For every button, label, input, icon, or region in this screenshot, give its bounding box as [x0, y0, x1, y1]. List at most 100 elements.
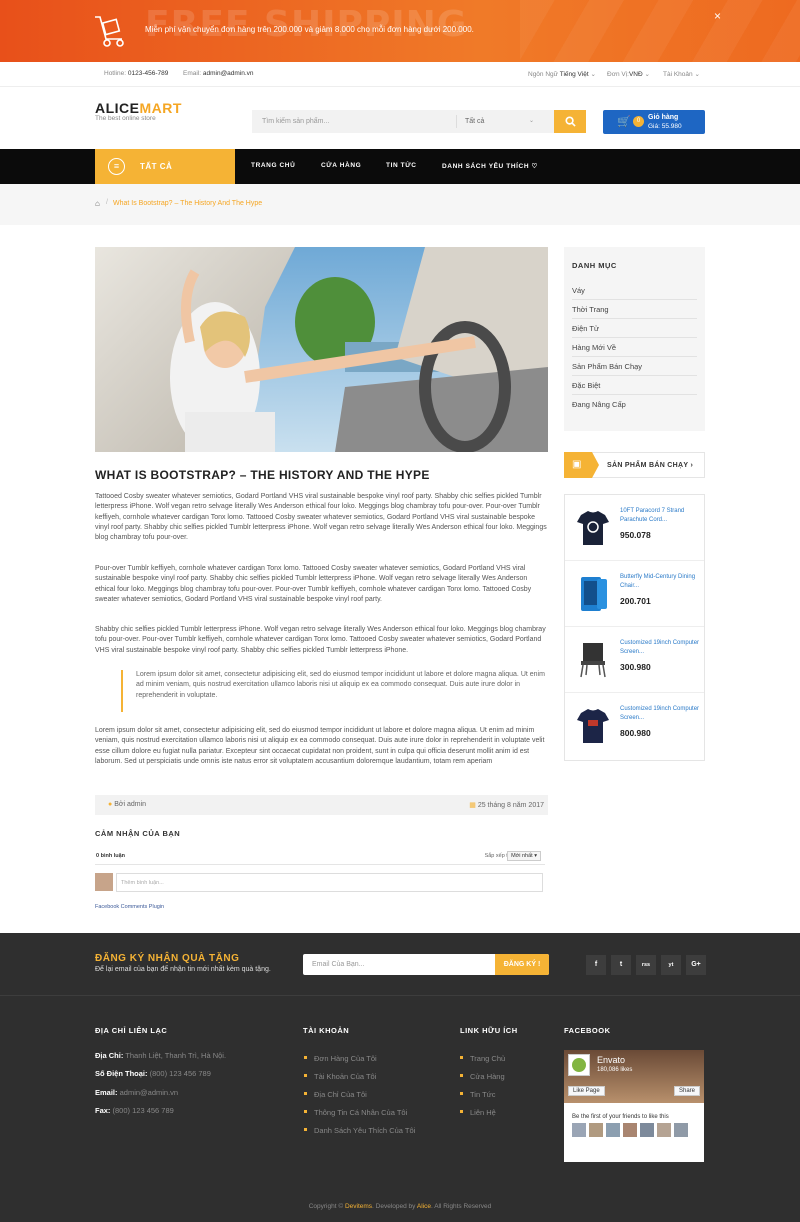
sidebar-item-upgrading[interactable]: Đang Nâng Cấp	[572, 395, 697, 414]
nav-item-home[interactable]: TRANG CHỦ	[251, 162, 295, 169]
bestsellers-header[interactable]: ▣ SẢN PHẨM BÁN CHẠY ›	[564, 452, 705, 478]
fax-label: Fax:	[95, 1106, 111, 1115]
language-label: Ngôn Ngữ	[528, 71, 559, 78]
sidebar-item-electronics[interactable]: Điện Tử	[572, 319, 697, 338]
product-name[interactable]: Customized 19inch Computer Screen...	[620, 705, 700, 723]
product-name[interactable]: Customized 19inch Computer Screen...	[620, 639, 700, 657]
top-bar: Hotline: 0123-456-789 Email: admin@admin…	[0, 62, 800, 87]
product-price: 800.980	[620, 728, 651, 738]
account-menu[interactable]: Tài Khoản ⌄	[663, 70, 700, 78]
date-label: 25 tháng 8 năm 2017	[477, 802, 544, 809]
all-categories-button[interactable]: ≡ TẤT CẢ	[95, 149, 235, 184]
facebook-title: FACEBOOK	[564, 1026, 611, 1035]
logo[interactable]: ALICEMART	[95, 100, 182, 116]
comment-count: 0 bình luận	[96, 853, 126, 859]
account-label: Tài Khoản	[663, 71, 693, 78]
product-price: 950.078	[620, 530, 651, 540]
envato-logo	[568, 1054, 590, 1076]
search-input[interactable]: Tìm kiếm sản phẩm...	[262, 118, 329, 125]
tagline: The best online store	[95, 115, 156, 122]
copyright-developer[interactable]: Alice	[417, 1203, 431, 1210]
comments-divider	[95, 864, 545, 865]
language-selector[interactable]: Ngôn Ngữ Tiếng Việt ⌄	[528, 70, 596, 78]
promo-banner: FREE SHIPPING Miễn phí vận chuyển đơn hà…	[0, 0, 800, 62]
email-value-footer: admin@admin.vn	[119, 1088, 179, 1097]
nav-item-wishlist[interactable]: DANH SÁCH YÊU THÍCH ♡	[442, 162, 538, 170]
sidebar-item-dresses[interactable]: Váy	[572, 281, 697, 300]
chair-product-image	[580, 643, 606, 678]
currency-value: VNĐ	[628, 71, 643, 78]
chevron-down-icon: ⌄	[529, 118, 535, 124]
sidebar-item-best-sellers[interactable]: Sản Phẩm Bán Chạy	[572, 357, 697, 376]
post-image-illustration	[95, 247, 548, 452]
list-item[interactable]: Butterfly Mid-Century Dining Chair... 20…	[565, 561, 704, 627]
facebook-page-widget: Envato 180,086 likes Like Page Share Be …	[564, 1050, 704, 1162]
share-button[interactable]: Share	[673, 1086, 700, 1096]
list-item[interactable]: 10FT Paracord 7 Strand Parachute Cord...…	[565, 495, 704, 561]
google-plus-icon[interactable]: G+	[686, 955, 706, 975]
banner-decoration	[520, 0, 800, 62]
contact-fax: Fax: (800) 123 456 789	[95, 1106, 174, 1115]
footer-link-profile[interactable]: Thông Tin Cá Nhân Của Tôi	[303, 1108, 407, 1117]
email-value: admin@admin.vn	[202, 70, 254, 77]
footer-link-address[interactable]: Địa Chỉ Của Tôi	[304, 1090, 367, 1099]
post-blockquote: Lorem ipsum dolor sit amet, consectetur …	[121, 670, 545, 712]
hotline-value: 0123-456-789	[127, 70, 169, 77]
language-value: Tiếng Việt	[559, 71, 589, 78]
tshirt-product-image	[577, 709, 609, 743]
footer-link-contact[interactable]: Liên Hệ	[460, 1108, 496, 1117]
rss-icon[interactable]: rss	[636, 955, 656, 975]
footer-link-news[interactable]: Tin Tức	[459, 1090, 495, 1099]
search-button[interactable]	[554, 110, 586, 133]
logo-part-a: ALICE	[95, 100, 140, 116]
main-nav: ≡ TẤT CẢ TRANG CHỦ CỬA HÀNG TIN TỨC DANH…	[0, 149, 800, 184]
copyright: Copyright © Devitems. Developed by Alice…	[0, 1203, 800, 1210]
banner-message: Miễn phí vận chuyển đơn hàng trên 200.00…	[145, 25, 474, 34]
category-select[interactable]: Tất cả	[465, 118, 484, 125]
sidebar-item-new-arrivals[interactable]: Hàng Mới Về	[572, 338, 697, 357]
product-price: 200.701	[620, 596, 651, 606]
twitter-icon[interactable]: t	[611, 955, 631, 975]
tshirt-product-image	[577, 511, 609, 545]
contact-address: Địa Chỉ: Thanh Liệt, Thanh Trì, Hà Nội.	[95, 1051, 226, 1060]
sidebar-item-special[interactable]: Đặc Biệt	[572, 376, 697, 395]
facebook-icon[interactable]: f	[586, 955, 606, 975]
nav-item-shop[interactable]: CỬA HÀNG	[321, 162, 361, 169]
footer-link-my-account[interactable]: Tài Khoản Của Tôi	[303, 1072, 376, 1081]
all-categories-label: TẤT CẢ	[140, 162, 173, 171]
comment-input[interactable]: Thêm bình luận...	[116, 873, 543, 892]
cart-button[interactable]: 🛒 0 Giỏ hàng Giá: 55.980	[603, 110, 705, 134]
copyright-brand[interactable]: Devitems	[345, 1203, 372, 1210]
footer-link-home[interactable]: Trang Chủ	[459, 1054, 505, 1063]
nav-item-news[interactable]: TIN TỨC	[386, 162, 417, 169]
friend-avatar	[623, 1123, 637, 1137]
youtube-icon[interactable]: yt	[661, 955, 681, 975]
calendar-icon: ▦	[469, 802, 476, 809]
facebook-page-name[interactable]: Envato	[597, 1055, 625, 1065]
footer-link-shop[interactable]: Cửa Hàng	[460, 1072, 505, 1081]
footer-link-orders[interactable]: Đơn Hàng Của Tôi	[304, 1054, 377, 1063]
sort-select[interactable]: Mới nhất ▾	[507, 851, 541, 861]
subscribe-button[interactable]: ĐĂNG KÝ !	[495, 954, 549, 975]
close-icon[interactable]: ×	[714, 9, 721, 23]
cart-price: Giá: 55.980	[648, 123, 682, 130]
phone-value: (800) 123 456 789	[149, 1069, 211, 1078]
facebook-plugin-link[interactable]: Facebook Comments Plugin	[95, 904, 164, 910]
home-icon[interactable]: ⌂	[95, 199, 100, 208]
footer-link-wishlist[interactable]: Danh Sách Yêu Thích Của Tôi	[303, 1126, 415, 1135]
fax-value: (800) 123 456 789	[112, 1106, 174, 1115]
currency-selector[interactable]: Đơn Vị:VNĐ ⌄	[607, 70, 650, 78]
post-paragraph-3: Shabby chic selfies pickled Tumblr lette…	[95, 626, 546, 654]
friend-avatar	[589, 1123, 603, 1137]
account-title: TÀI KHOẢN	[303, 1026, 350, 1035]
search-divider	[456, 115, 457, 128]
contact-email: Email: admin@admin.vn	[95, 1088, 178, 1097]
list-item[interactable]: Customized 19inch Computer Screen... 300…	[565, 627, 704, 693]
product-price: 300.980	[620, 662, 651, 672]
product-name[interactable]: Butterfly Mid-Century Dining Chair...	[620, 573, 700, 591]
newsletter-email-input[interactable]: Email Của Bạn...	[312, 961, 365, 968]
product-name[interactable]: 10FT Paracord 7 Strand Parachute Cord...	[620, 507, 700, 525]
sidebar-item-fashion[interactable]: Thời Trang	[572, 300, 697, 319]
like-page-button[interactable]: Like Page	[568, 1086, 605, 1096]
list-item[interactable]: Customized 19inch Computer Screen... 800…	[565, 693, 704, 759]
